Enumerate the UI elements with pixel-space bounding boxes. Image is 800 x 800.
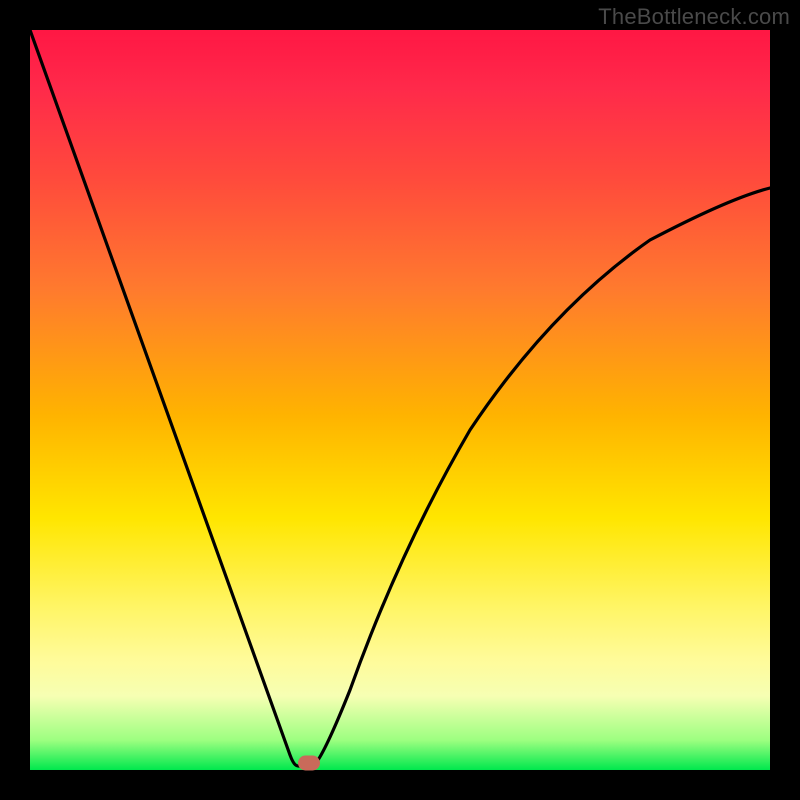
bottleneck-curve bbox=[30, 30, 770, 770]
curve-path bbox=[30, 30, 770, 766]
min-point-marker bbox=[298, 756, 320, 771]
plot-area bbox=[30, 30, 770, 770]
watermark-text: TheBottleneck.com bbox=[598, 4, 790, 30]
chart-frame: TheBottleneck.com bbox=[0, 0, 800, 800]
